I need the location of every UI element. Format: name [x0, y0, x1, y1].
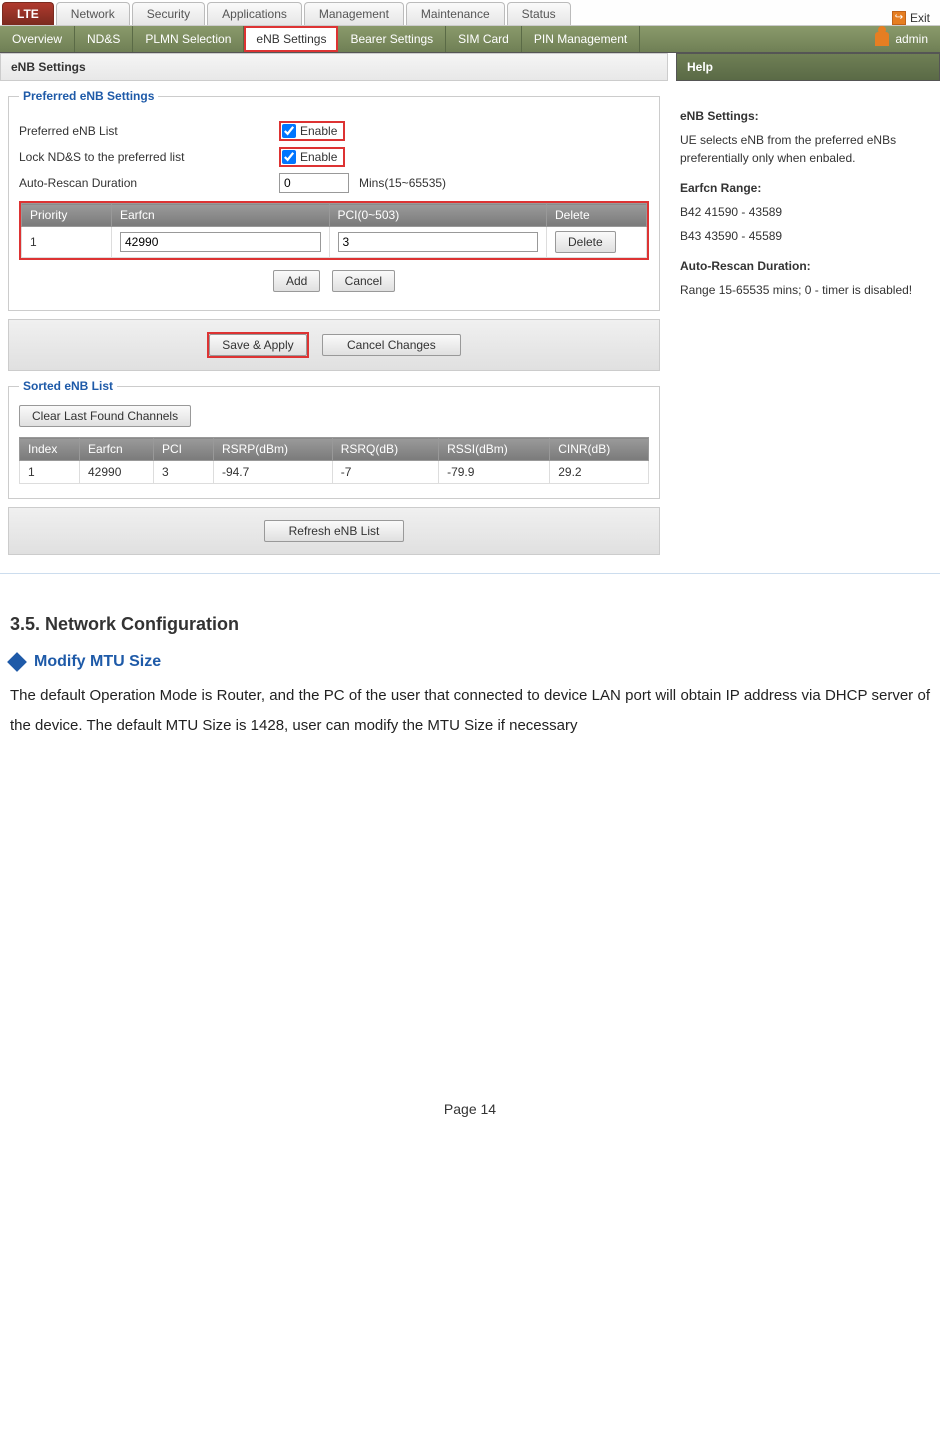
exit-icon: ↪: [892, 11, 906, 25]
subtab-pin[interactable]: PIN Management: [522, 26, 640, 52]
main-tab-bar: LTE Network Security Applications Manage…: [0, 0, 940, 26]
table-row: 1 42990 3 -94.7 -7 -79.9 29.2: [20, 461, 649, 484]
col-rssi: RSSI(dBm): [439, 438, 550, 461]
cell-earfcn: 42990: [80, 461, 154, 484]
subtab-nds[interactable]: ND&S: [75, 26, 133, 52]
subtab-enb-settings[interactable]: eNB Settings: [244, 26, 338, 52]
user-name: admin: [895, 32, 928, 46]
preferred-table: Priority Earfcn PCI(0~503) Delete 1 Dele…: [21, 203, 647, 258]
user-icon: [875, 32, 889, 46]
lock-label: Lock ND&S to the preferred list: [19, 150, 279, 164]
help-s3-body: Range 15-65535 mins; 0 - timer is disabl…: [680, 281, 932, 299]
help-s2-line1: B42 41590 - 43589: [680, 203, 932, 221]
pci-input[interactable]: [338, 232, 539, 252]
tab-applications[interactable]: Applications: [207, 2, 302, 25]
subtab-overview[interactable]: Overview: [0, 26, 75, 52]
diamond-icon: [7, 652, 27, 672]
pref-list-label: Preferred eNB List: [19, 124, 279, 138]
col-rsrp: RSRP(dBm): [213, 438, 332, 461]
tab-lte[interactable]: LTE: [2, 2, 54, 25]
delete-button[interactable]: Delete: [555, 231, 616, 253]
cell-index: 1: [20, 461, 80, 484]
cell-cinr: 29.2: [550, 461, 649, 484]
sub-tab-bar: Overview ND&S PLMN Selection eNB Setting…: [0, 26, 940, 53]
doc-heading: 3.5. Network Configuration: [10, 614, 930, 635]
doc-subheading: Modify MTU Size: [34, 653, 161, 671]
exit-link[interactable]: ↪ Exit: [892, 11, 940, 25]
exit-label: Exit: [910, 11, 930, 25]
auto-rescan-hint: Mins(15~65535): [359, 176, 446, 190]
tab-management[interactable]: Management: [304, 2, 404, 25]
tab-network[interactable]: Network: [56, 2, 130, 25]
earfcn-input[interactable]: [120, 232, 321, 252]
col-pci: PCI(0~503): [329, 204, 547, 227]
page-footer: Page 14: [0, 1101, 940, 1137]
save-apply-button[interactable]: Save & Apply: [209, 334, 306, 356]
help-title: Help: [676, 53, 940, 81]
doc-section: 3.5. Network Configuration Modify MTU Si…: [0, 573, 940, 741]
sorted-legend: Sorted eNB List: [19, 379, 117, 393]
lock-checkbox[interactable]: [282, 150, 296, 164]
lock-enable-text: Enable: [300, 150, 337, 164]
tab-security[interactable]: Security: [132, 2, 205, 25]
refresh-enb-button[interactable]: Refresh eNB List: [264, 520, 405, 542]
user-indicator: admin: [875, 32, 940, 46]
table-row: 1 Delete: [22, 227, 647, 258]
panel-title: eNB Settings: [0, 53, 668, 81]
sorted-table: Index Earfcn PCI RSRP(dBm) RSRQ(dB) RSSI…: [19, 437, 649, 484]
help-body: eNB Settings: UE selects eNB from the pr…: [676, 91, 940, 299]
cell-rsrq: -7: [332, 461, 438, 484]
preferred-enb-fieldset: Preferred eNB Settings Preferred eNB Lis…: [8, 89, 660, 311]
sorted-enb-fieldset: Sorted eNB List Clear Last Found Channel…: [8, 379, 660, 499]
col-priority: Priority: [22, 204, 112, 227]
help-s3-label: Auto-Rescan Duration:: [680, 257, 932, 275]
preferred-legend: Preferred eNB Settings: [19, 89, 158, 103]
pref-list-enable-text: Enable: [300, 124, 337, 138]
col-cinr: CINR(dB): [550, 438, 649, 461]
col-index: Index: [20, 438, 80, 461]
subtab-plmn[interactable]: PLMN Selection: [133, 26, 244, 52]
auto-rescan-label: Auto-Rescan Duration: [19, 176, 279, 190]
pref-list-checkbox[interactable]: [282, 124, 296, 138]
auto-rescan-input[interactable]: [279, 173, 349, 193]
doc-body: The default Operation Mode is Router, an…: [10, 681, 930, 741]
subtab-sim[interactable]: SIM Card: [446, 26, 522, 52]
cancel-button[interactable]: Cancel: [332, 270, 395, 292]
subtab-bearer[interactable]: Bearer Settings: [338, 26, 446, 52]
col-earfcn: Earfcn: [112, 204, 330, 227]
cell-rsrp: -94.7: [213, 461, 332, 484]
cancel-changes-button[interactable]: Cancel Changes: [322, 334, 461, 356]
col-rsrq: RSRQ(dB): [332, 438, 438, 461]
clear-channels-button[interactable]: Clear Last Found Channels: [19, 405, 191, 427]
refresh-bar: Refresh eNB List: [8, 507, 660, 555]
help-s1-body: UE selects eNB from the preferred eNBs p…: [680, 131, 932, 167]
tab-maintenance[interactable]: Maintenance: [406, 2, 505, 25]
help-s2-line2: B43 43590 - 45589: [680, 227, 932, 245]
action-bar: Save & Apply Cancel Changes: [8, 319, 660, 371]
col-delete: Delete: [547, 204, 647, 227]
cell-priority: 1: [22, 227, 112, 258]
col-pci2: PCI: [153, 438, 213, 461]
help-s1-label: eNB Settings:: [680, 107, 932, 125]
help-s2-label: Earfcn Range:: [680, 179, 932, 197]
add-button[interactable]: Add: [273, 270, 320, 292]
col-earfcn2: Earfcn: [80, 438, 154, 461]
cell-rssi: -79.9: [439, 461, 550, 484]
tab-status[interactable]: Status: [507, 2, 571, 25]
cell-pci: 3: [153, 461, 213, 484]
